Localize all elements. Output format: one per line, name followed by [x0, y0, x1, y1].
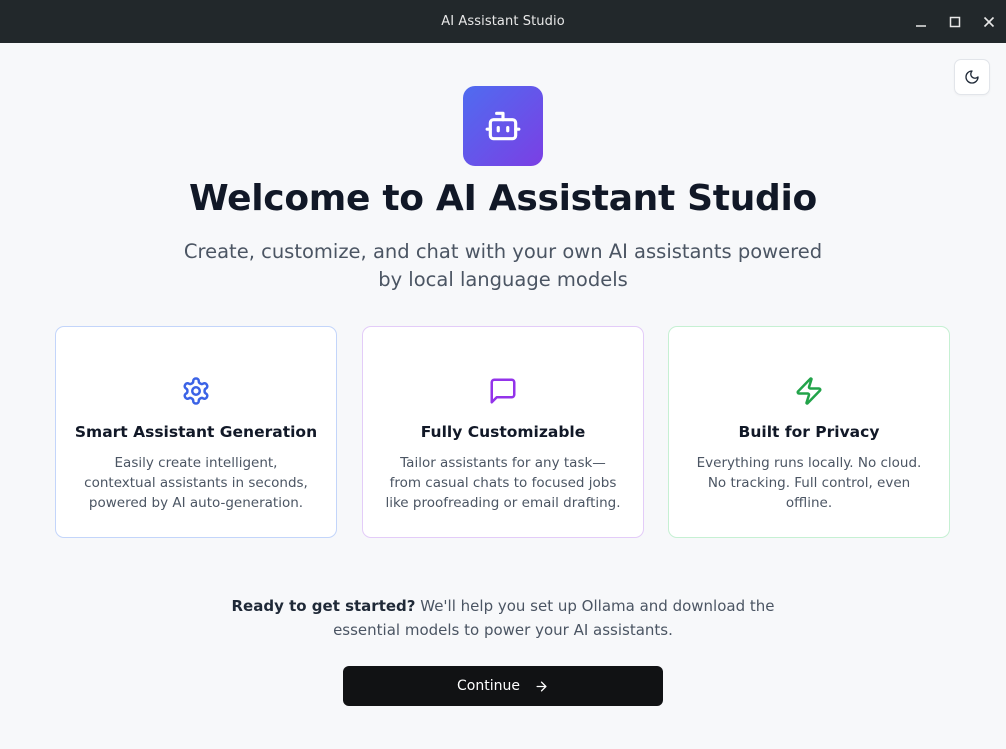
continue-label: Continue	[457, 678, 520, 694]
feature-description: Easily create intelligent, contextual as…	[84, 455, 308, 511]
welcome-title: Welcome to AI Assistant Studio	[189, 178, 817, 219]
feature-description: Tailor assistants for any task—from casu…	[385, 455, 621, 511]
window-controls	[904, 0, 1006, 43]
maximize-icon	[949, 16, 961, 27]
getting-started-text: Ready to get started? We'll help you set…	[200, 594, 806, 642]
close-button[interactable]	[972, 0, 1006, 43]
maximize-button[interactable]	[938, 0, 972, 43]
close-icon	[983, 16, 995, 27]
arrow-right-icon	[536, 681, 547, 691]
lightning-icon	[796, 377, 822, 405]
feature-title: Smart Assistant Generation	[74, 423, 318, 441]
welcome-subtitle: Create, customize, and chat with your ow…	[183, 240, 823, 291]
chat-bubble-icon	[490, 378, 516, 404]
feature-title: Built for Privacy	[738, 423, 880, 441]
feature-title: Fully Customizable	[420, 423, 586, 441]
theme-toggle-button[interactable]	[954, 59, 990, 95]
minimize-icon	[916, 24, 926, 27]
feature-description: Everything runs locally. No cloud. No tr…	[696, 455, 922, 511]
moon-icon	[965, 70, 979, 84]
gear-icon	[183, 377, 209, 405]
window-title: AI Assistant Studio	[441, 14, 565, 29]
window-titlebar: AI Assistant Studio	[0, 0, 1006, 43]
minimize-button[interactable]	[904, 0, 938, 43]
continue-button[interactable]: Continue	[343, 666, 663, 706]
feature-card-privacy: Built for Privacy Everything runs locall…	[668, 326, 950, 538]
feature-card-customizable: Fully Customizable Tailor assistants for…	[362, 326, 644, 538]
robot-icon	[485, 111, 521, 141]
getting-started-bold: Ready to get started?	[231, 597, 416, 615]
app-logo	[463, 86, 543, 166]
feature-card-smart-generation: Smart Assistant Generation Easily create…	[55, 326, 337, 538]
